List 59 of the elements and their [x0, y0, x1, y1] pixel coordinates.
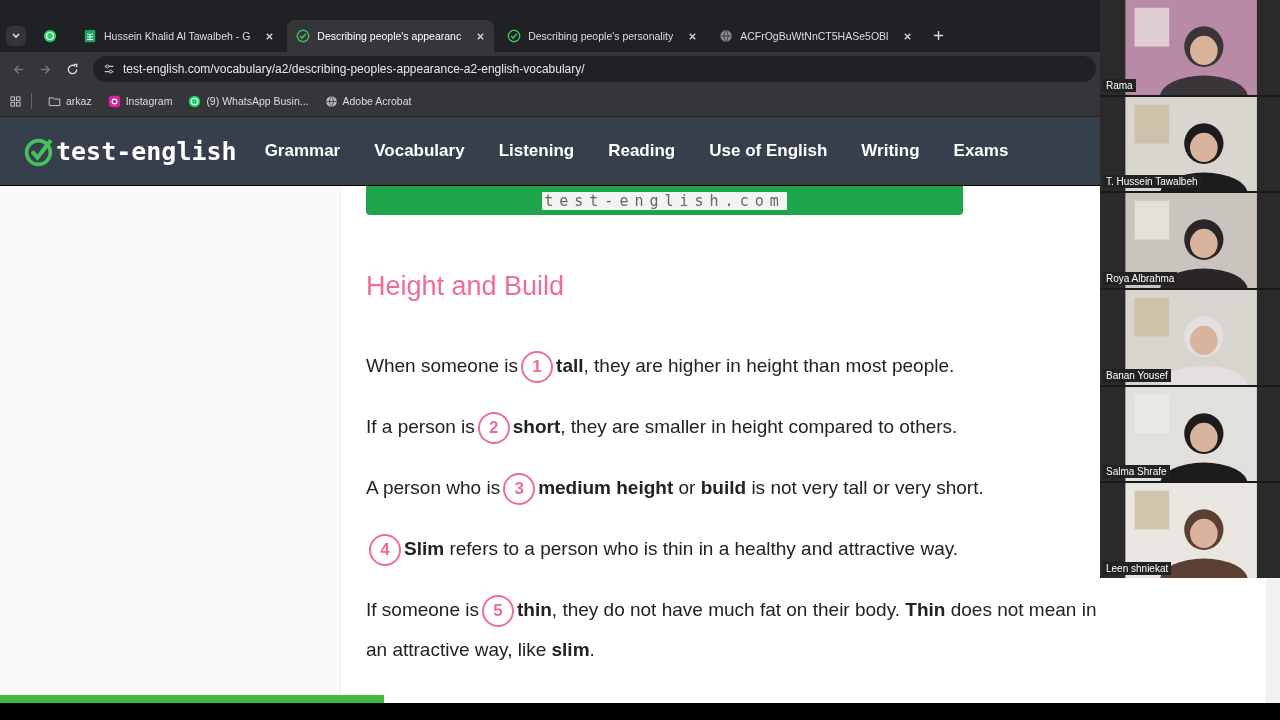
address-bar[interactable]: test-english.com/vocabulary/a2/describing-peoples-appearance-a2-english-vocabulary/: [93, 56, 1096, 82]
sentence-text: Slim refers to a person who is thin in a healthy and attractive way.: [404, 538, 959, 559]
number-badge: 4: [369, 534, 401, 566]
section-heading: Height and Build: [366, 271, 565, 302]
browser-tab[interactable]: ACFrOgBuWtNnCT5HASe5OBl: [710, 20, 922, 52]
browser-tab[interactable]: Describing people's appearanc: [287, 20, 495, 52]
site-logo[interactable]: test-english: [24, 135, 237, 167]
whatsapp-icon: [188, 94, 202, 108]
sentence-text: tall, they are higher in height than most people.: [556, 355, 955, 376]
bookmark[interactable]: (9) WhatsApp Busin...: [188, 94, 309, 108]
folder-icon: [48, 94, 61, 108]
browser-tab[interactable]: Describing people's personality: [498, 20, 707, 52]
close-icon[interactable]: [476, 31, 486, 41]
whatsapp-icon: [43, 29, 57, 43]
new-tab-icon[interactable]: [933, 30, 945, 41]
globe-icon: [719, 29, 734, 43]
apps-icon[interactable]: [10, 95, 21, 107]
bookmark[interactable]: Adobe Acrobat: [324, 94, 412, 108]
check-icon: [296, 29, 311, 43]
caret-icon: [11, 31, 21, 41]
number-badge: 2: [477, 412, 510, 444]
sentence-text: short, they are smaller in height compared to others.: [512, 416, 958, 437]
participant-name: Leen shniekat: [1103, 562, 1172, 576]
check-icon: [507, 29, 522, 43]
participant-name: Salma Shrafe: [1103, 465, 1170, 479]
close-icon[interactable]: [903, 31, 913, 41]
spreadsheet-icon: [83, 29, 97, 43]
site-settings-icon[interactable]: [103, 63, 115, 75]
sentence-text: thin, they do not have much fat on their body. Thin does not mean in: [517, 599, 1097, 620]
scrollbar[interactable]: [1266, 578, 1280, 703]
sentence-text: If a person is: [366, 416, 475, 437]
nav-link[interactable]: Listening: [498, 141, 575, 161]
nav-link[interactable]: Exams: [953, 141, 1009, 161]
sentence-text: If someone is: [366, 599, 479, 620]
number-badge: 1: [521, 351, 554, 383]
nav-link[interactable]: Grammar: [264, 141, 341, 161]
sentence-text: medium height or build is not very tall or very short.: [538, 477, 984, 498]
bookmark[interactable]: Instagram: [107, 94, 173, 108]
sentence-text: an attractive way, like slim.: [366, 638, 595, 662]
close-icon[interactable]: [265, 31, 275, 41]
browser-tab[interactable]: Hussein Khalid Al Tawalbeh - G: [74, 20, 284, 52]
number-badge: 3: [503, 473, 536, 505]
reload-icon[interactable]: [66, 62, 79, 76]
close-icon[interactable]: [688, 31, 698, 41]
participant-name: Roya Albrahma: [1103, 272, 1178, 285]
nav-link[interactable]: Reading: [608, 141, 676, 161]
camera-icon: [107, 94, 121, 108]
globe-icon: [324, 94, 338, 108]
banner-text: test-english.com: [542, 191, 787, 210]
bookmark[interactable]: arkaz: [48, 94, 92, 108]
sentence-text: A person who is: [366, 477, 501, 498]
participant-name: T. Hussein Tawalbeh: [1103, 175, 1201, 189]
tab-list-button[interactable]: [6, 26, 26, 46]
number-badge: 5: [482, 595, 514, 627]
nav-link[interactable]: Vocabulary: [374, 141, 465, 161]
sentence-text: When someone is: [366, 355, 519, 376]
nav-link[interactable]: Use of English: [709, 141, 828, 161]
nav-link[interactable]: Writing: [861, 141, 920, 161]
url-text: test-english.com/vocabulary/a2/describing-peoples-appearance-a2-english-vocabulary/: [123, 62, 585, 76]
